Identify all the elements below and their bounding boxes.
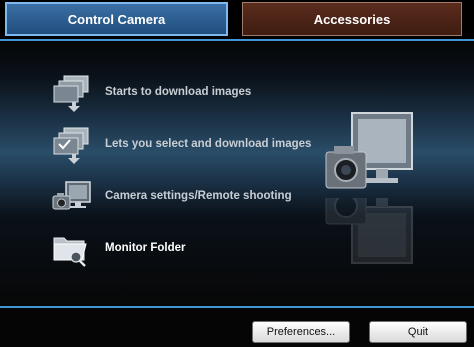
menu-item-monitor-folder[interactable]: Monitor Folder — [50, 228, 186, 268]
tab-control-camera[interactable]: Control Camera — [5, 2, 228, 36]
menu-item-label: Starts to download images — [105, 86, 252, 98]
camera-computer-icon — [50, 176, 96, 216]
menu-item-camera-settings[interactable]: Camera settings/Remote shooting — [50, 176, 292, 216]
preferences-button[interactable]: Preferences... — [252, 321, 350, 343]
menu-item-label: Lets you select and download images — [105, 138, 312, 150]
camera-computer-illustration — [322, 108, 417, 198]
download-images-icon — [50, 72, 96, 112]
select-download-icon — [50, 124, 96, 164]
menu-item-label: Camera settings/Remote shooting — [105, 190, 292, 202]
illustration-reflection — [322, 198, 417, 268]
menu-item-select-download[interactable]: Lets you select and download images — [50, 124, 311, 164]
menu-item-download-images[interactable]: Starts to download images — [50, 72, 251, 112]
quit-button[interactable]: Quit — [369, 321, 467, 343]
tab-accessories[interactable]: Accessories — [242, 2, 462, 36]
tab-bar: Control Camera Accessories — [0, 0, 474, 40]
monitor-folder-icon — [50, 228, 96, 268]
menu-item-label: Monitor Folder — [105, 242, 186, 254]
